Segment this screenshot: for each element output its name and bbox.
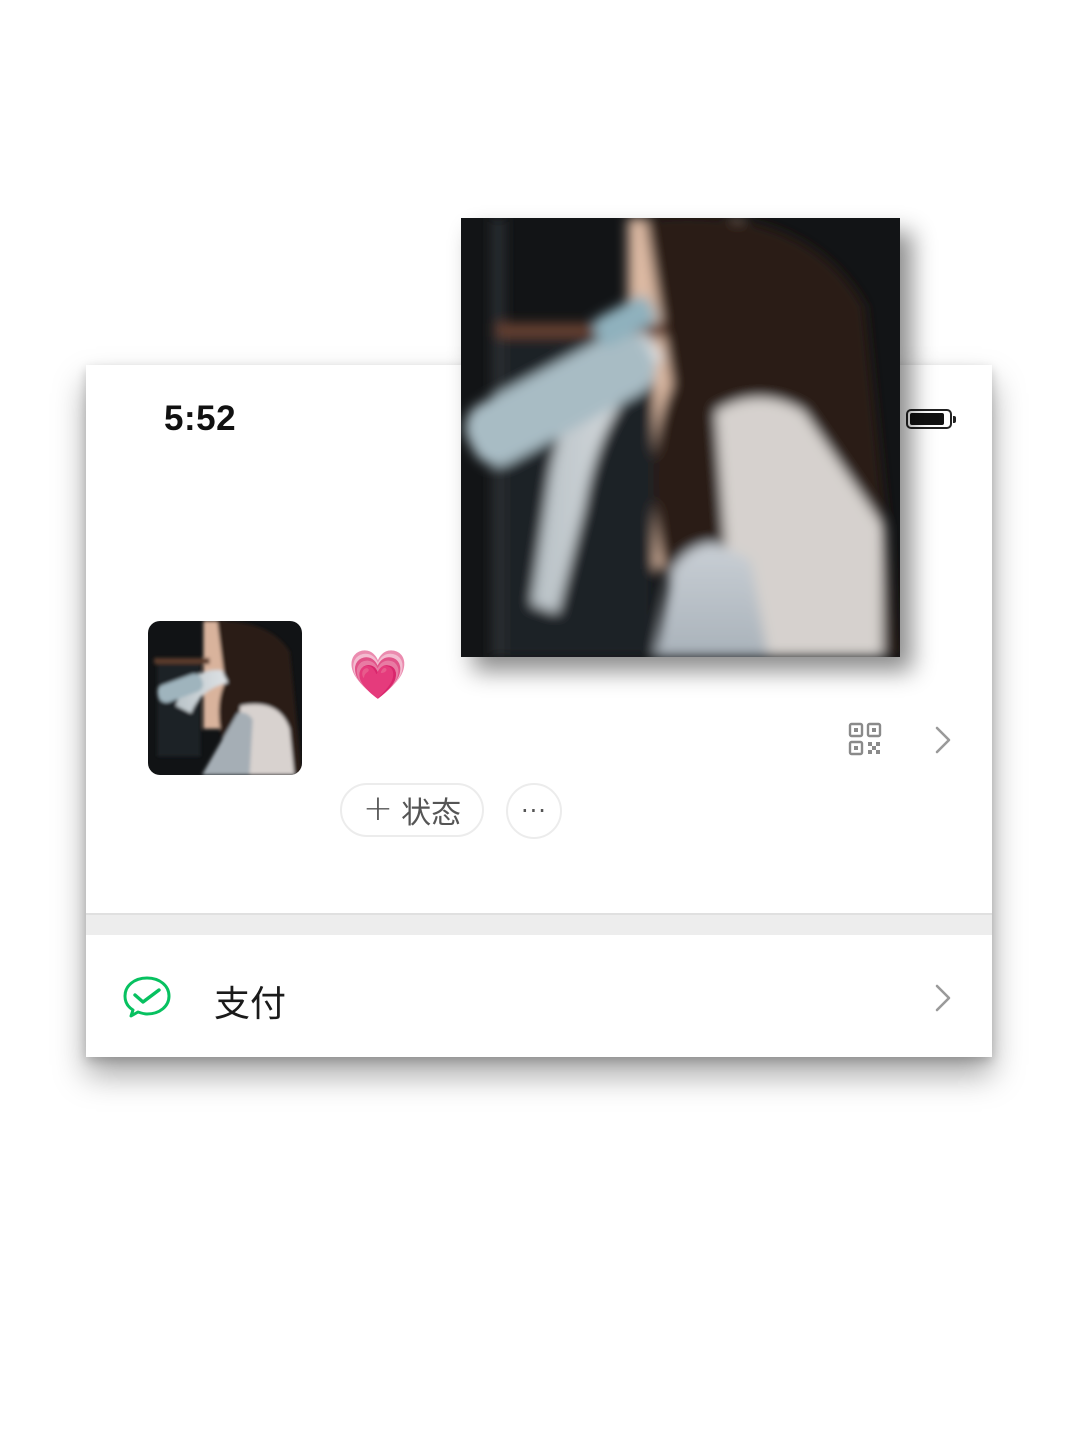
profile-avatar[interactable] xyxy=(148,621,302,775)
enlarged-avatar-photo xyxy=(461,218,900,657)
profile-chevron-right-icon[interactable] xyxy=(934,725,952,755)
enlarged-photo-icon xyxy=(461,218,900,657)
pay-chevron-right-icon xyxy=(935,984,951,1012)
section-divider xyxy=(86,913,992,935)
menu-item-pay-label: 支付 xyxy=(214,984,287,1025)
status-bar-time: 5:52 xyxy=(164,399,237,438)
collage-page: 5:52 💗 + 状态 ··· 支付 xyxy=(0,0,1080,1439)
status-button-label: 状态 xyxy=(401,796,462,831)
qr-code-icon[interactable] xyxy=(848,722,882,756)
avatar-photo-icon xyxy=(148,621,302,775)
menu-item-pay[interactable]: 支付 xyxy=(86,935,992,1057)
add-status-button[interactable]: + 状态 xyxy=(340,783,484,837)
more-button[interactable]: ··· xyxy=(506,783,562,839)
battery-icon xyxy=(906,409,956,429)
plus-icon: + xyxy=(362,788,394,829)
nickname-heart-emoji: 💗 xyxy=(348,647,408,703)
wechat-pay-icon xyxy=(123,976,171,1018)
